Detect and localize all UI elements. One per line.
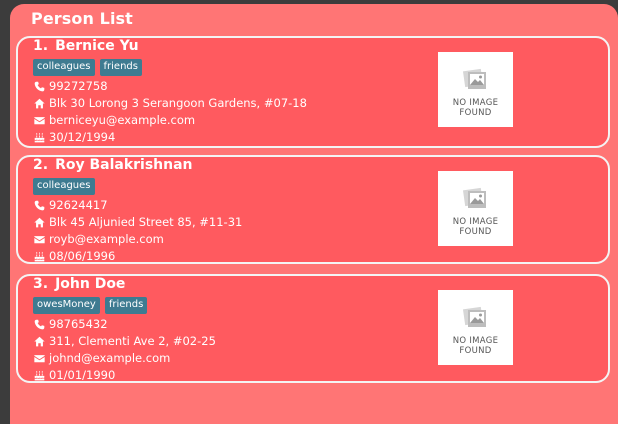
address-text: Blk 30 Lorong 3 Serangoon Gardens, #07-1…: [49, 96, 307, 110]
address-row: Blk 45 Aljunied Street 85, #11-31: [33, 215, 242, 229]
email-text: johnd@example.com: [49, 351, 171, 365]
person-card[interactable]: 3. John Doe owesMoney friends 98765432 31…: [16, 274, 610, 383]
no-image-text: NO IMAGE FOUND: [438, 217, 513, 237]
profile-photo-placeholder: NO IMAGE FOUND: [438, 290, 513, 365]
person-card[interactable]: 2. Roy Balakrishnan colleagues 92624417 B…: [16, 155, 610, 264]
no-image-line1: NO IMAGE: [452, 98, 499, 108]
phone-icon: [33, 318, 45, 330]
tag: colleagues: [33, 59, 95, 76]
no-image-line2: FOUND: [459, 346, 492, 356]
tag: friends: [104, 297, 148, 314]
no-image-line1: NO IMAGE: [452, 217, 499, 227]
no-image-line2: FOUND: [459, 227, 492, 237]
profile-photo-placeholder: NO IMAGE FOUND: [438, 171, 513, 246]
profile-photo-placeholder: NO IMAGE FOUND: [438, 52, 513, 127]
birthday-text: 08/06/1996: [49, 249, 116, 263]
email-row: berniceyu@example.com: [33, 113, 195, 127]
address-text: 311, Clementi Ave 2, #02-25: [49, 334, 216, 348]
panel-title: Person List: [31, 9, 133, 28]
person-name: John Doe: [55, 276, 126, 292]
person-name-line: 1. Bernice Yu: [33, 38, 139, 54]
home-icon: [33, 216, 45, 228]
birthday-text: 01/01/1990: [49, 368, 116, 382]
birthday-row: 01/01/1990: [33, 368, 115, 382]
person-list-panel: Person List 1. Bernice Yu colleagues frie…: [10, 4, 618, 424]
birthday-row: 08/06/1996: [33, 249, 115, 263]
envelope-icon: [33, 352, 45, 364]
phone-icon: [33, 199, 45, 211]
person-name: Roy Balakrishnan: [55, 157, 193, 173]
person-name: Bernice Yu: [55, 38, 139, 54]
birthday-cake-icon: [33, 369, 45, 381]
no-image-icon: [462, 68, 486, 89]
person-index: 1.: [33, 38, 49, 54]
phone-icon: [33, 80, 45, 92]
tag-list: colleagues friends: [33, 59, 142, 76]
phone-row: 99272758: [33, 79, 108, 93]
email-row: johnd@example.com: [33, 351, 170, 365]
person-card[interactable]: 1. Bernice Yu colleagues friends 99272758…: [16, 36, 610, 148]
tag: friends: [99, 59, 142, 76]
no-image-text: NO IMAGE FOUND: [438, 98, 513, 118]
address-text: Blk 45 Aljunied Street 85, #11-31: [49, 215, 243, 229]
phone-row: 92624417: [33, 198, 108, 212]
tag-list: owesMoney friends: [33, 297, 148, 314]
email-text: berniceyu@example.com: [49, 113, 196, 127]
tag-list: colleagues: [33, 178, 95, 195]
no-image-icon: [462, 306, 486, 327]
home-icon: [33, 97, 45, 109]
no-image-line2: FOUND: [459, 108, 492, 118]
person-index: 2.: [33, 157, 49, 173]
no-image-icon: [462, 187, 486, 208]
address-row: 311, Clementi Ave 2, #02-25: [33, 334, 216, 348]
tag: colleagues: [33, 178, 95, 195]
person-name-line: 2. Roy Balakrishnan: [33, 157, 193, 173]
phone-row: 98765432: [33, 317, 108, 331]
person-index: 3.: [33, 276, 49, 292]
birthday-cake-icon: [33, 250, 45, 262]
birthday-text: 30/12/1994: [49, 130, 116, 144]
birthday-row: 30/12/1994: [33, 130, 115, 144]
email-row: royb@example.com: [33, 232, 164, 246]
tag: owesMoney: [33, 297, 100, 314]
envelope-icon: [33, 233, 45, 245]
email-text: royb@example.com: [49, 232, 164, 246]
envelope-icon: [33, 114, 45, 126]
phone-text: 98765432: [49, 317, 108, 331]
birthday-cake-icon: [33, 131, 45, 143]
home-icon: [33, 335, 45, 347]
phone-text: 99272758: [49, 79, 108, 93]
no-image-text: NO IMAGE FOUND: [438, 336, 513, 356]
no-image-line1: NO IMAGE: [452, 336, 499, 346]
person-name-line: 3. John Doe: [33, 276, 125, 292]
address-row: Blk 30 Lorong 3 Serangoon Gardens, #07-1…: [33, 96, 307, 110]
phone-text: 92624417: [49, 198, 108, 212]
